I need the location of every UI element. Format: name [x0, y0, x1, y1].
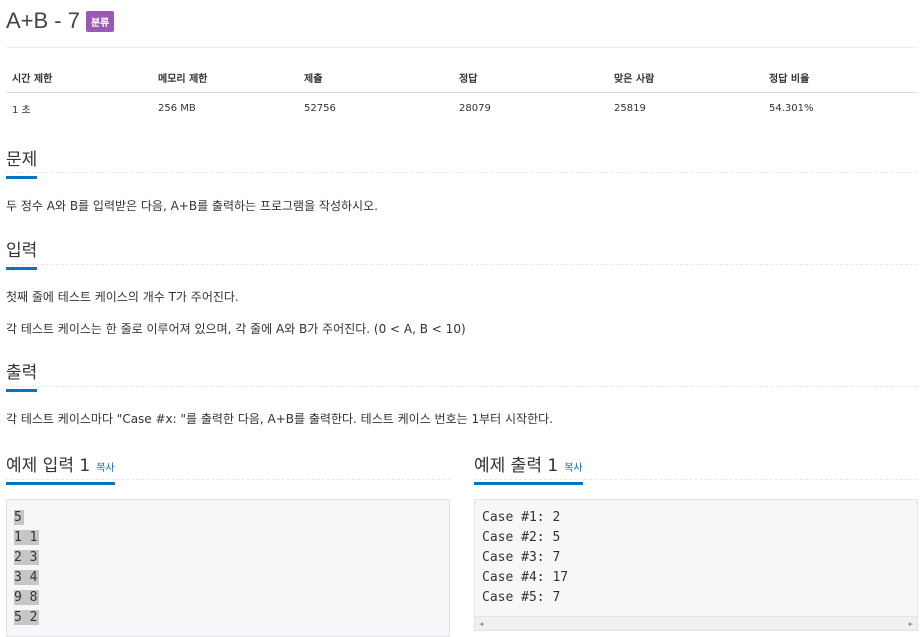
sample-input-line: 1 1 — [14, 530, 40, 545]
sample-output-line: Case #4: 17 — [482, 570, 569, 585]
stat-header-memory-limit: 메모리 제한 — [152, 66, 298, 93]
stat-header-solvers: 맞은 사람 — [608, 66, 763, 93]
sample-input-line: 3 4 — [14, 570, 40, 585]
input-description-line-2: 각 테스트 케이스는 한 줄로 이루어져 있으며, 각 줄에 A와 B가 주어진… — [6, 322, 466, 336]
output-section-divider — [6, 386, 918, 387]
stat-ratio: 54.301% — [769, 102, 814, 114]
sample-output-line: Case #5: 7 — [482, 590, 561, 605]
sample-input-line: 9 8 — [14, 590, 40, 605]
sample-output-line: Case #3: 7 — [482, 550, 561, 565]
stat-accepted: 28079 — [459, 102, 491, 114]
stat-header-accepted: 정답 — [453, 66, 608, 93]
input-section-divider — [6, 264, 918, 265]
stat-memory-limit: 256 MB — [158, 102, 196, 114]
sample-output-box[interactable]: Case #1: 2 Case #2: 5 Case #3: 7 Case #4… — [474, 499, 918, 631]
sample-output-line: Case #2: 5 — [482, 530, 561, 545]
stat-header-time-limit: 시간 제한 — [6, 66, 152, 93]
stat-header-ratio: 정답 비율 — [763, 66, 918, 93]
category-badge[interactable]: 분류 — [85, 10, 115, 32]
sample-output-divider — [474, 479, 918, 480]
problem-section-heading: 문제 — [6, 145, 38, 179]
problem-stats-table: 시간 제한 메모리 제한 제출 정답 맞은 사람 정답 비율 1 초 256 M… — [6, 66, 918, 122]
stat-submissions: 52756 — [304, 102, 336, 114]
sample-input-line: 5 — [14, 510, 24, 525]
stat-header-submissions: 제출 — [298, 66, 453, 93]
sample-input-line: 2 3 — [14, 550, 40, 565]
problem-section-divider — [6, 172, 918, 173]
sample-input-box[interactable]: 5 1 1 2 3 3 4 9 8 5 2 — [6, 499, 450, 637]
scroll-left-icon[interactable]: ◀ — [479, 620, 483, 628]
horizontal-scrollbar[interactable]: ◀ ▶ — [475, 616, 917, 630]
title-divider — [6, 47, 918, 48]
stat-time-limit: 1 초 — [12, 104, 31, 116]
sample-output-copy-button[interactable]: 복사 — [564, 463, 582, 474]
problem-description: 두 정수 A와 B를 입력받은 다음, A+B를 출력하는 프로그램을 작성하시… — [6, 199, 378, 213]
input-description-line-1: 첫째 줄에 테스트 케이스의 개수 T가 주어진다. — [6, 290, 239, 304]
problem-title: A+B - 7 — [6, 8, 80, 33]
problem-title-row: A+B - 7 분류 — [6, 8, 115, 34]
sample-input-copy-button[interactable]: 복사 — [96, 463, 114, 474]
sample-input-divider — [6, 479, 450, 480]
sample-output-line: Case #1: 2 — [482, 510, 561, 525]
scroll-right-icon[interactable]: ▶ — [909, 620, 913, 628]
output-description: 각 테스트 케이스마다 "Case #x: "를 출력한 다음, A+B를 출력… — [6, 412, 553, 426]
stat-solvers: 25819 — [614, 102, 646, 114]
sample-input-line: 5 2 — [14, 610, 40, 625]
